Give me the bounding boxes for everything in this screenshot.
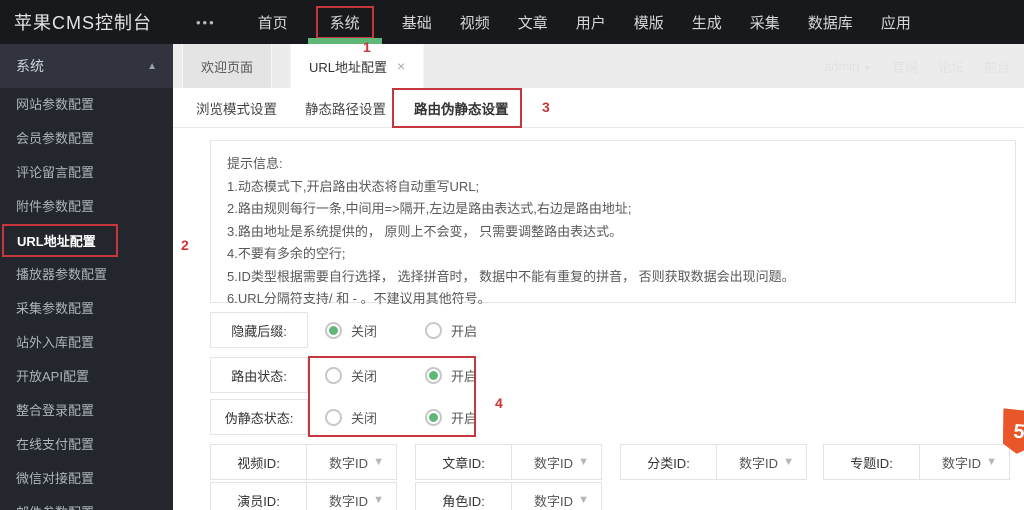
radio-unchecked-icon (325, 408, 342, 426)
radio-route-off[interactable]: 关闭 (325, 357, 377, 393)
tab-bar: 欢迎页面 URL地址配置 × admin ▼ 官网 论坛 前台 (173, 44, 1024, 88)
topic-id-select[interactable]: 数字ID ▼ (920, 445, 1009, 479)
chevron-down-icon: ▼ (373, 456, 384, 468)
subtab-bar: 浏览模式设置 静态路径设置 路由伪静态设置 (173, 88, 1024, 128)
nav-item-basic[interactable]: 基础 (388, 0, 446, 44)
category-id-select[interactable]: 数字ID ▼ (717, 445, 806, 479)
main-nav: 首页 系统 基础 视频 文章 用户 模版 生成 采集 数据库 应用 (244, 0, 925, 44)
id-group-role: 角色ID: 数字ID ▼ (415, 482, 602, 510)
id-group-actor: 演员ID: 数字ID ▼ (210, 482, 397, 510)
nav-item-app[interactable]: 应用 (867, 0, 925, 44)
sidebar-item-url-config[interactable]: URL地址配置 (0, 224, 173, 258)
tab-close-icon[interactable]: × (397, 58, 405, 74)
nav-item-collect[interactable]: 采集 (736, 0, 794, 44)
form-row-rewrite-status: 伪静态状态: 关闭 开启 (210, 399, 630, 435)
field-label: 演员ID: (211, 483, 307, 510)
chevron-down-icon: ▼ (578, 456, 589, 468)
sidebar-item-oauth-login[interactable]: 整合登录配置 (0, 394, 173, 428)
tips-line: 3.路由地址是系统提供的， 原则上不会变， 只需要调整路由表达式。 (227, 223, 623, 239)
role-id-select[interactable]: 数字ID ▼ (512, 483, 601, 510)
actor-id-select[interactable]: 数字ID ▼ (307, 483, 396, 510)
sidebar-item-wechat[interactable]: 微信对接配置 (0, 462, 173, 496)
tips-line: 2.路由规则每行一条,中间用=>隔开,左边是路由表达式,右边是路由地址; (227, 201, 632, 216)
field-label: 路由状态: (210, 357, 308, 393)
field-label: 伪静态状态: (210, 399, 308, 435)
sidebar-item-online-pay[interactable]: 在线支付配置 (0, 428, 173, 462)
chevron-down-icon: ▼ (578, 494, 589, 506)
nav-item-user[interactable]: 用户 (562, 0, 620, 44)
article-id-select[interactable]: 数字ID ▼ (512, 445, 601, 479)
app-window: 苹果CMS控制台 ••• 首页 系统 基础 视频 文章 用户 模版 生成 采集 … (0, 0, 1024, 510)
tips-panel: 提示信息: 1.动态模式下,开启路由状态将自动重写URL; 2.路由规则每行一条… (210, 140, 1016, 306)
sidebar-group-system[interactable]: 系统 ▲ (0, 44, 173, 88)
id-group-category: 分类ID: 数字ID ▼ (620, 444, 807, 480)
nav-item-system[interactable]: 系统 (302, 0, 388, 44)
form-row-route-status: 路由状态: 关闭 开启 (210, 357, 630, 393)
annotation-step-2: 2 (181, 237, 189, 253)
sidebar: 系统 ▲ 网站参数配置 会员参数配置 评论留言配置 附件参数配置 URL地址配置… (0, 44, 173, 510)
subtab-static-path[interactable]: 静态路径设置 (305, 98, 386, 118)
user-menu[interactable]: admin ▼ (824, 59, 872, 74)
field-label: 视频ID: (211, 445, 307, 479)
top-navbar: 苹果CMS控制台 ••• 首页 系统 基础 视频 文章 用户 模版 生成 采集 … (0, 0, 1024, 44)
link-frontend[interactable]: 前台 (984, 57, 1010, 76)
nav-item-article[interactable]: 文章 (504, 0, 562, 44)
field-label: 隐藏后缀: (210, 312, 308, 348)
subtab-route-rewrite[interactable]: 路由伪静态设置 (414, 98, 509, 118)
sidebar-item-player-params[interactable]: 播放器参数配置 (0, 258, 173, 292)
sidebar-item-member-params[interactable]: 会员参数配置 (0, 122, 173, 156)
nav-item-template[interactable]: 模版 (620, 0, 678, 44)
radio-checked-icon (425, 408, 442, 426)
id-group-video: 视频ID: 数字ID ▼ (210, 444, 397, 480)
app-title: 苹果CMS控制台 (14, 13, 152, 33)
radio-route-on[interactable]: 开启 (425, 357, 477, 393)
tips-title: 提示信息: (227, 156, 283, 171)
radio-checked-icon (325, 321, 342, 339)
video-id-select[interactable]: 数字ID ▼ (307, 445, 396, 479)
link-forum[interactable]: 论坛 (938, 57, 964, 76)
chevron-down-icon: ▼ (783, 456, 794, 468)
link-official-site[interactable]: 官网 (892, 57, 918, 76)
id-group-topic: 专题ID: 数字ID ▼ (823, 444, 1010, 480)
sidebar-item-open-api[interactable]: 开放API配置 (0, 360, 173, 394)
sidebar-item-attachment-params[interactable]: 附件参数配置 (0, 190, 173, 224)
sidebar-item-mail-params[interactable]: 邮件参数配置 (0, 496, 173, 510)
radio-unchecked-icon (425, 321, 442, 339)
field-label: 分类ID: (621, 445, 717, 479)
sidebar-item-comment-params[interactable]: 评论留言配置 (0, 156, 173, 190)
chevron-up-icon: ▲ (147, 60, 157, 72)
sidebar-item-site-params[interactable]: 网站参数配置 (0, 88, 173, 122)
nav-item-generate[interactable]: 生成 (678, 0, 736, 44)
tips-line: 4.不要有多余的空行; (227, 246, 346, 261)
subtab-browse-mode[interactable]: 浏览模式设置 (196, 98, 277, 118)
chevron-down-icon: ▼ (986, 456, 997, 468)
radio-unchecked-icon (325, 366, 342, 384)
radio-hide-suffix-off[interactable]: 关闭 (325, 312, 377, 348)
field-label: 专题ID: (824, 445, 920, 479)
tab-welcome[interactable]: 欢迎页面 (182, 44, 273, 88)
tab-url-config[interactable]: URL地址配置 × (290, 44, 425, 88)
radio-hide-suffix-on[interactable]: 开启 (425, 312, 477, 348)
sidebar-menu: 网站参数配置 会员参数配置 评论留言配置 附件参数配置 URL地址配置 播放器参… (0, 88, 173, 510)
field-label: 文章ID: (416, 445, 512, 479)
tips-line: 6.URL分隔符支持/ 和 - 。不建议用其他符号。 (227, 291, 491, 306)
tips-line: 1.动态模式下,开启路由状态将自动重写URL; (227, 178, 480, 194)
field-label: 角色ID: (416, 483, 512, 510)
form-row-hide-suffix: 隐藏后缀: 关闭 开启 (210, 312, 630, 348)
chevron-down-icon: ▼ (863, 62, 872, 73)
nav-item-video[interactable]: 视频 (446, 0, 504, 44)
more-menu-icon[interactable]: ••• (196, 0, 216, 44)
topbar-links: admin ▼ 官网 论坛 前台 (824, 44, 1010, 88)
sidebar-item-collect-params[interactable]: 采集参数配置 (0, 292, 173, 326)
radio-rewrite-off[interactable]: 关闭 (325, 399, 377, 435)
nav-item-home[interactable]: 首页 (244, 0, 302, 44)
sidebar-item-external-store[interactable]: 站外入库配置 (0, 326, 173, 360)
nav-item-database[interactable]: 数据库 (794, 0, 867, 44)
chevron-down-icon: ▼ (373, 494, 384, 506)
tips-line: 5.ID类型根据需要自行选择， 选择拼音时， 数据中不能有重复的拼音， 否则获取… (227, 268, 795, 284)
radio-rewrite-on[interactable]: 开启 (425, 399, 477, 435)
id-group-article: 文章ID: 数字ID ▼ (415, 444, 602, 480)
sidebar-group-label: 系统 (16, 58, 44, 74)
radio-checked-icon (425, 366, 442, 384)
